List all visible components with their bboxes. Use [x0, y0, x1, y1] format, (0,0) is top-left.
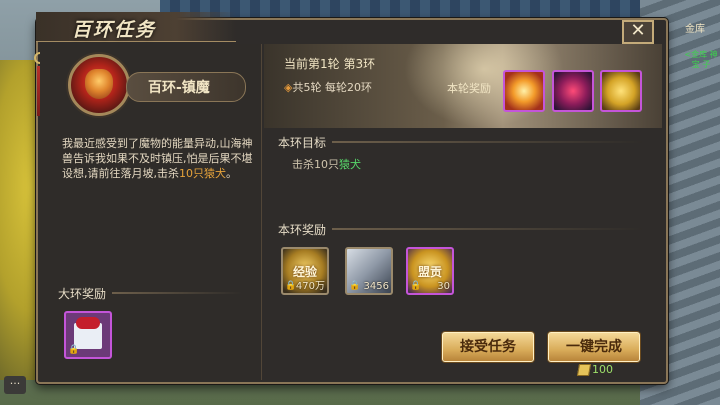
target-header: 本环目标: [272, 132, 642, 152]
lock-icon: 🔒: [68, 345, 80, 355]
task-description: 我最近感受到了魔物的能量异动,山海神兽告诉我如果不及时镇压,怕是后果不堪设想,请…: [62, 136, 258, 181]
gold-bar-icon[interactable]: [600, 70, 642, 112]
round-reward-label: 本轮奖励: [447, 82, 491, 95]
round-status: 当前第1轮 第3环: [284, 57, 376, 71]
lock-icon: 🔒: [410, 281, 422, 291]
target-label: 本环目标: [278, 135, 327, 150]
one-click-complete-button[interactable]: 一键完成: [548, 332, 640, 362]
exp-icon[interactable]: 经验 🔒 470万: [281, 247, 329, 295]
contrib-qty: 30: [437, 281, 450, 292]
lock-icon: 🔒: [285, 281, 297, 291]
title-bar: 百环任务: [36, 12, 668, 42]
lock-icon: 🔒: [349, 281, 361, 291]
complete-cost: 100: [576, 363, 613, 376]
exp-qty: 470万: [295, 281, 325, 292]
divider: [332, 141, 642, 143]
fire-orb-icon[interactable]: [503, 70, 545, 112]
vault-label[interactable]: 金库: [685, 20, 705, 35]
target-text: 击杀10只猿犬: [292, 156, 361, 172]
demon-face-icon: [85, 69, 113, 99]
boss-portrait-icon: [68, 54, 130, 116]
target-monster[interactable]: 猿犬: [339, 158, 361, 171]
gold-ingot-icon: [576, 363, 592, 376]
scroll-icon[interactable]: 🔒 3456: [345, 247, 393, 295]
divider: [112, 292, 242, 294]
ring-reward-label: 本环奖励: [278, 222, 327, 237]
task-description-highlight: 10只猿犬: [179, 167, 226, 180]
big-reward-label: 大环奖励: [58, 286, 107, 301]
task-name: 百环-镇魔: [148, 80, 210, 96]
close-button[interactable]: ✕: [622, 20, 654, 44]
contrib-label: 盟贡: [417, 265, 442, 279]
gift-box-icon[interactable]: 🔒: [64, 311, 112, 359]
task-description-end: 。: [226, 167, 237, 180]
ring-reward-header: 本环奖励: [272, 219, 642, 239]
round-info: ◈共5轮 每轮20环: [284, 79, 372, 95]
scroll-qty: 3456: [363, 281, 389, 292]
divider: [332, 228, 642, 230]
purple-orb-icon[interactable]: [552, 70, 594, 112]
round-info-text: 共5轮 每轮20环: [292, 81, 372, 94]
accept-task-button[interactable]: 接受任务: [442, 332, 534, 362]
target-prefix: 击杀10只: [292, 158, 339, 171]
cost-amount: 100: [592, 363, 613, 376]
side-note: <金库 神 宝 子: [684, 50, 718, 69]
gift-box-bow: [76, 317, 100, 329]
window-title: 百环任务: [72, 19, 157, 41]
chat-icon[interactable]: ···: [4, 376, 26, 394]
contrib-icon[interactable]: 盟贡 🔒 30: [406, 247, 454, 295]
big-reward-header: 大环奖励: [52, 283, 242, 303]
